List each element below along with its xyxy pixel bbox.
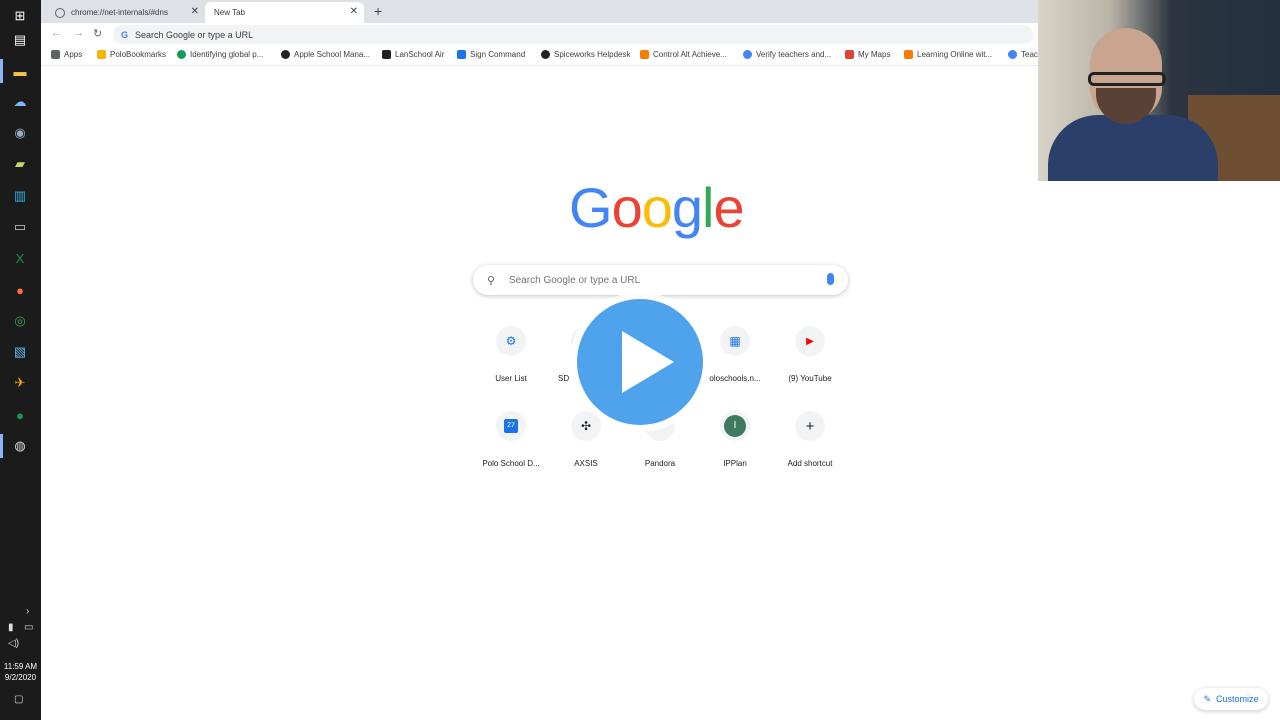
reload-icon[interactable]: ↻: [93, 27, 102, 40]
signal-icon: [457, 50, 466, 59]
app-icon[interactable]: ▰: [10, 154, 30, 174]
windows-taskbar: ⊞ ▤ ▬ ☁ ◉ ▰ ▥ ▭ X ● ◎ ▧ ✈ ● ◍ › ▮ ▭ ◁) 1…: [0, 0, 41, 720]
bookmark-lanschool[interactable]: LanSchool Air: [382, 50, 444, 59]
toolbar: ← → ↻ G Search Google or type a URL: [41, 23, 1038, 46]
bookmark-apps[interactable]: Apps: [51, 50, 82, 59]
close-icon[interactable]: ✕: [191, 6, 199, 17]
maps-pin-icon: [845, 50, 854, 59]
play-icon: [622, 331, 674, 393]
notifications-icon[interactable]: ▢: [14, 694, 23, 705]
logo-letter: G: [569, 176, 613, 239]
shortcut-ipplan[interactable]: I IPPlan: [698, 411, 772, 468]
file-explorer-icon[interactable]: ▬: [10, 61, 30, 81]
bookmark-verify-teachers[interactable]: Verify teachers and...: [743, 50, 831, 59]
folder-icon: [97, 50, 106, 59]
back-icon[interactable]: ←: [51, 27, 62, 39]
shortcut-add[interactable]: + Add shortcut: [773, 411, 847, 468]
calendar-icon: 27: [496, 411, 526, 441]
omnibox[interactable]: G Search Google or type a URL: [113, 25, 1033, 44]
store-icon[interactable]: ▥: [10, 186, 30, 206]
ntp-search-box[interactable]: ⚲ Search Google or type a URL: [473, 265, 848, 295]
windows-icon[interactable]: ⊞: [10, 6, 30, 26]
tab-strip: chrome://net-internals/#dns ✕ New Tab ✕ …: [41, 0, 1038, 23]
network-icon[interactable]: ☁: [10, 92, 30, 112]
letter-avatar-icon: I: [720, 411, 750, 441]
tab-title: New Tab: [214, 8, 245, 17]
tab-title: chrome://net-internals/#dns: [71, 8, 168, 17]
shortcut-youtube[interactable]: ▶ (9) YouTube: [773, 326, 847, 383]
clock[interactable]: 11:59 AM 9/2/2020: [0, 661, 41, 683]
logo-letter: o: [641, 176, 673, 239]
excel-icon[interactable]: X: [10, 248, 30, 268]
globe-icon: [55, 7, 65, 18]
logo-letter: o: [611, 176, 643, 239]
search-icon: ⚲: [487, 274, 496, 287]
infinity-icon: [382, 50, 391, 59]
mic-icon[interactable]: [827, 273, 834, 285]
site-icon: [177, 50, 186, 59]
google-icon: [1008, 50, 1017, 59]
tab-net-internals[interactable]: chrome://net-internals/#dns ✕: [41, 2, 205, 23]
obs-icon[interactable]: ◍: [10, 436, 30, 456]
chevron-right-icon[interactable]: ›: [26, 606, 29, 617]
tab-new-tab[interactable]: New Tab ✕: [205, 2, 364, 23]
clock-time: 11:59 AM: [3, 662, 38, 671]
logo-letter: g: [671, 176, 703, 239]
display-tray-icon[interactable]: ▭: [24, 622, 33, 633]
firefox-icon[interactable]: ●: [10, 280, 30, 300]
forward-icon[interactable]: →: [73, 27, 84, 39]
blogger-icon: [904, 50, 913, 59]
youtube-icon: ▶: [795, 326, 825, 356]
active-indicator: [0, 59, 3, 83]
plus-icon: +: [795, 411, 825, 441]
apple-icon: [281, 50, 290, 59]
apps-grid-icon: [51, 50, 60, 59]
google-icon: [743, 50, 752, 59]
powershell-icon[interactable]: ▧: [10, 342, 30, 362]
bookmark-control-alt[interactable]: Control Alt Achieve...: [640, 50, 727, 59]
shortcut-user-list[interactable]: ⚙ User List: [474, 326, 548, 383]
gear-icon: ⚙: [496, 326, 526, 356]
google-g-icon: G: [121, 29, 129, 40]
logo-letter: e: [713, 176, 744, 239]
bookmark-my-maps[interactable]: My Maps: [845, 50, 890, 59]
close-icon[interactable]: ✕: [350, 6, 358, 17]
hangouts-icon[interactable]: ●: [10, 405, 30, 425]
clock-date: 9/2/2020: [4, 673, 37, 682]
omnibox-placeholder: Search Google or type a URL: [135, 29, 254, 40]
volume-icon[interactable]: ◁): [8, 638, 19, 649]
pencil-icon: ✎: [1203, 693, 1212, 704]
search-placeholder: Search Google or type a URL: [509, 274, 641, 286]
customize-label: Customize: [1216, 694, 1259, 704]
bookmark-spiceworks[interactable]: Spiceworks Helpdesk: [541, 50, 630, 59]
chrome-icon[interactable]: ◎: [10, 311, 30, 331]
webcam-video: [1038, 0, 1280, 181]
spiceworks-icon: [541, 50, 550, 59]
webcam-person-glasses: [1088, 72, 1166, 86]
new-tab-plus-icon[interactable]: +: [374, 3, 382, 19]
google-logo: Google: [569, 175, 745, 240]
security-icon[interactable]: ◉: [10, 123, 30, 143]
app2-icon[interactable]: ✈: [10, 373, 30, 393]
task-view-icon[interactable]: ▤: [10, 30, 30, 50]
bookmark-sign-command[interactable]: Sign Command: [457, 50, 525, 59]
active-indicator-2: [0, 434, 3, 458]
bookmark-apple-school[interactable]: Apple School Mana...: [281, 50, 370, 59]
bookmark-teac[interactable]: Teac: [1008, 50, 1038, 59]
terminal-icon[interactable]: ▭: [10, 217, 30, 237]
layout-icon: ▦: [720, 326, 750, 356]
bookmarks-bar: Apps PoloBookmarks Identifying global p.…: [41, 46, 1038, 66]
bookmark-learning-online[interactable]: Learning Online wit...: [904, 50, 992, 59]
bookmark-polobookmarks[interactable]: PoloBookmarks: [97, 50, 166, 59]
screen: ⊞ ▤ ▬ ☁ ◉ ▰ ▥ ▭ X ● ◎ ▧ ✈ ● ◍ › ▮ ▭ ◁) 1…: [0, 0, 1280, 720]
blogger-icon: [640, 50, 649, 59]
customize-button[interactable]: ✎ Customize: [1194, 688, 1268, 710]
webcam-person-shirt: [1048, 115, 1218, 181]
shortcut-polo-school[interactable]: 27 Polo School D...: [474, 411, 548, 468]
mic-tray-icon[interactable]: ▮: [8, 622, 14, 633]
logo-letter: l: [702, 176, 714, 239]
bookmark-identifying[interactable]: Identifying global p...: [177, 50, 263, 59]
